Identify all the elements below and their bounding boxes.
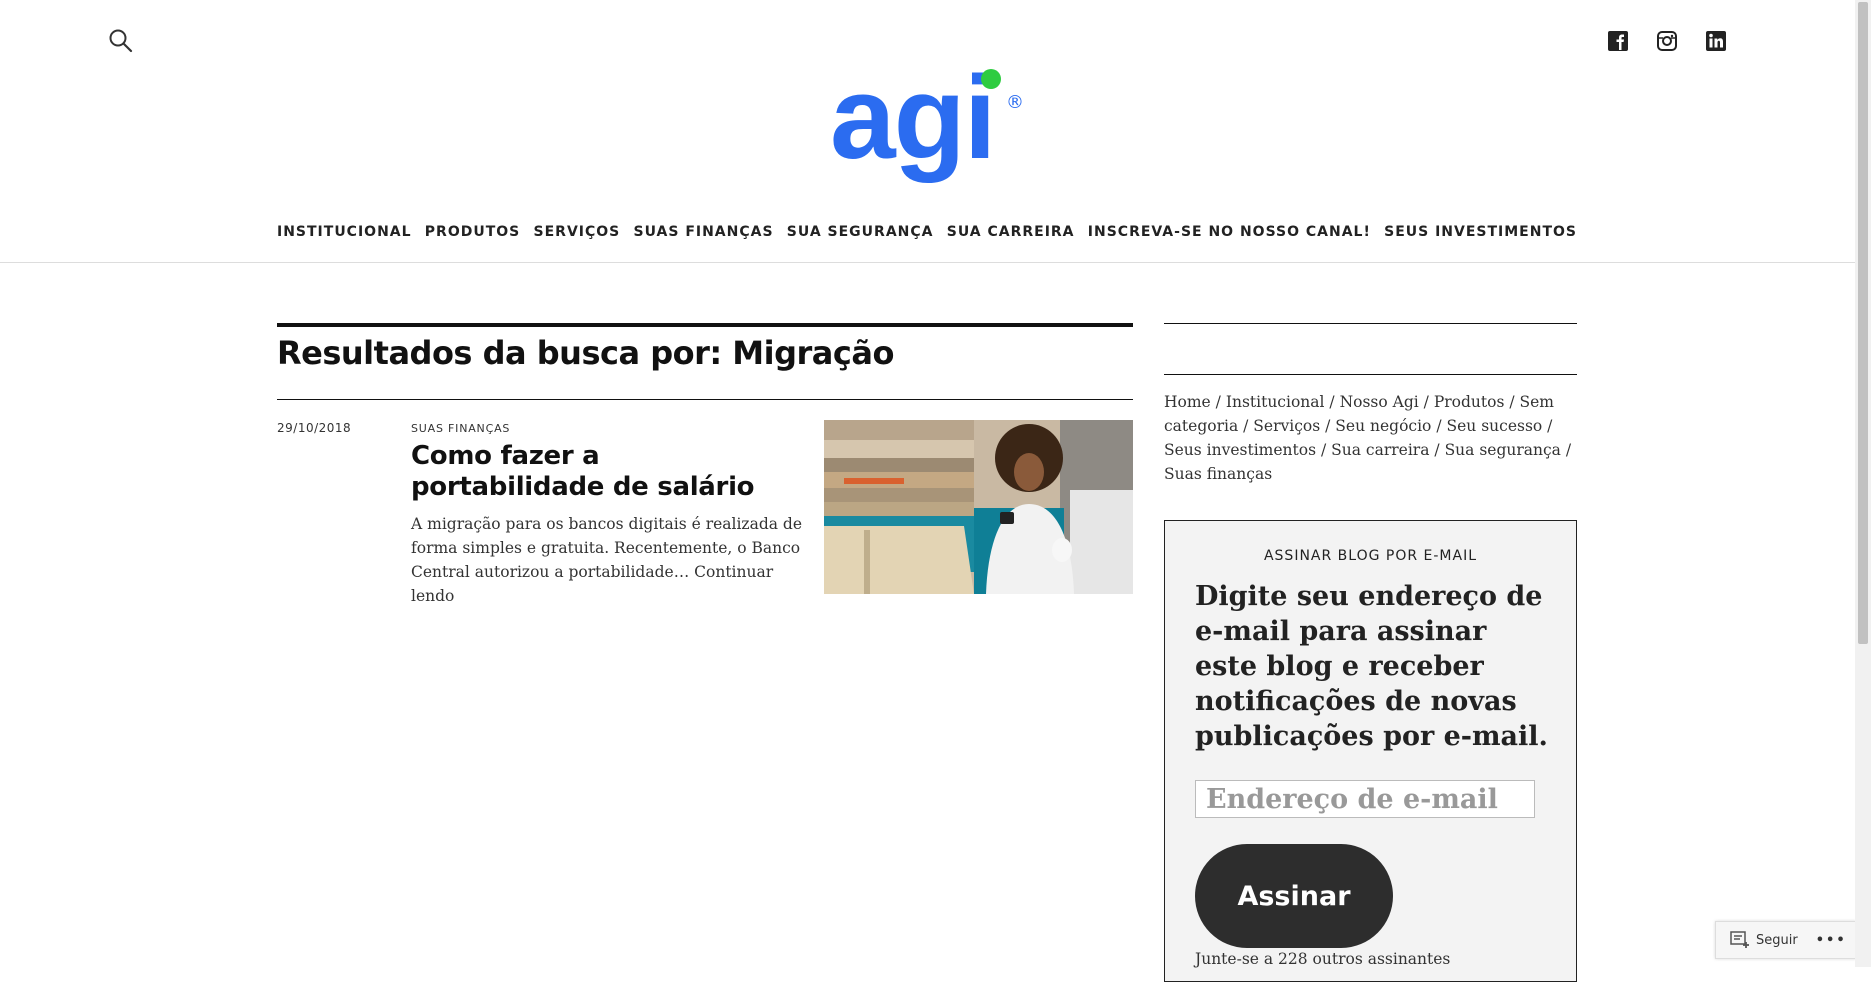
separator: / — [1434, 441, 1440, 459]
post-thumbnail[interactable] — [824, 420, 1133, 594]
page-scrollbar[interactable] — [1855, 0, 1871, 967]
more-options-icon[interactable]: ••• — [1816, 933, 1847, 948]
category-link-sua-seguranca[interactable]: Sua segurança — [1445, 441, 1561, 459]
subscriber-count: Junte-se a 228 outros assinantes — [1195, 950, 1451, 968]
post-title[interactable]: Como fazer a portabilidade de salário — [411, 441, 791, 503]
nav-item-seus-investimentos[interactable]: SEUS INVESTIMENTOS — [1384, 224, 1577, 240]
category-link-suas-financas[interactable]: Suas finanças — [1164, 465, 1272, 483]
post-category[interactable]: SUAS FINANÇAS — [411, 422, 510, 435]
nav-item-produtos[interactable]: PRODUTOS — [425, 224, 520, 240]
logo-registered-mark: ® — [1006, 92, 1024, 113]
title-divider — [277, 399, 1133, 400]
post-date[interactable]: 29/10/2018 — [277, 421, 351, 435]
category-link-seus-investimentos[interactable]: Seus investimentos — [1164, 441, 1316, 459]
separator: / — [1215, 393, 1221, 411]
category-link-produtos[interactable]: Produtos — [1434, 393, 1505, 411]
subscribe-button[interactable]: Assinar — [1195, 844, 1393, 948]
follow-label: Seguir — [1756, 932, 1798, 948]
category-link-sua-carreira[interactable]: Sua carreira — [1331, 441, 1429, 459]
post-excerpt: A migração para os bancos digitais é rea… — [411, 512, 806, 608]
separator: / — [1320, 441, 1327, 459]
nav-item-servicos[interactable]: SERVIÇOS — [534, 224, 621, 240]
logo-dot — [981, 69, 1001, 89]
scrollbar-thumb[interactable] — [1858, 2, 1868, 644]
agi-logo[interactable]: agi ® — [830, 66, 1026, 190]
facebook-icon[interactable] — [1607, 30, 1629, 52]
nav-item-institucional[interactable]: INSTITUCIONAL — [277, 224, 412, 240]
category-link-servicos[interactable]: Serviços — [1253, 417, 1320, 435]
subscribe-widget: ASSINAR BLOG POR E-MAIL Digite seu ender… — [1164, 520, 1577, 982]
linkedin-icon[interactable] — [1705, 30, 1727, 52]
sidebar-second-rule — [1164, 374, 1577, 375]
separator: / — [1325, 417, 1331, 435]
search-icon[interactable] — [108, 28, 134, 54]
subscribe-description: Digite seu endereço de e-mail para assin… — [1195, 581, 1548, 752]
category-link-nosso-agi[interactable]: Nosso Agi — [1340, 393, 1419, 411]
category-link-home[interactable]: Home — [1164, 393, 1211, 411]
category-link-seu-negocio[interactable]: Seu negócio — [1335, 417, 1431, 435]
separator: / — [1565, 441, 1572, 459]
main-navigation: INSTITUCIONAL PRODUTOS SERVIÇOS SUAS FIN… — [277, 224, 1577, 240]
follow-button[interactable]: Seguir — [1716, 931, 1798, 949]
content-top-rule — [277, 323, 1133, 327]
nav-item-suas-financas[interactable]: SUAS FINANÇAS — [634, 224, 774, 240]
nav-item-sua-carreira[interactable]: SUA CARREIRA — [947, 224, 1075, 240]
separator: / — [1547, 417, 1553, 435]
separator: / — [1329, 393, 1335, 411]
separator: / — [1436, 417, 1442, 435]
category-link-institucional[interactable]: Institucional — [1226, 393, 1325, 411]
social-links — [1607, 30, 1727, 52]
reader-follow-icon — [1730, 931, 1749, 948]
email-field[interactable] — [1195, 780, 1535, 818]
follow-widget: Seguir ••• — [1715, 921, 1857, 959]
sidebar-top-rule — [1164, 323, 1577, 324]
separator: / — [1509, 393, 1515, 411]
separator: / — [1243, 417, 1249, 435]
header-divider — [0, 262, 1855, 263]
category-links: Home / Institucional / Nosso Agi / Produ… — [1164, 390, 1577, 486]
separator: / — [1423, 393, 1429, 411]
category-link-seu-sucesso[interactable]: Seu sucesso — [1447, 417, 1543, 435]
nav-item-sua-seguranca[interactable]: SUA SEGURANÇA — [787, 224, 934, 240]
logo-text: agi — [830, 66, 995, 184]
nav-item-inscreva-se[interactable]: INSCREVA-SE NO NOSSO CANAL! — [1088, 224, 1371, 240]
instagram-icon[interactable] — [1656, 30, 1678, 52]
page-title: Resultados da busca por: Migração — [277, 334, 894, 372]
subscribe-heading: ASSINAR BLOG POR E-MAIL — [1263, 548, 1478, 564]
